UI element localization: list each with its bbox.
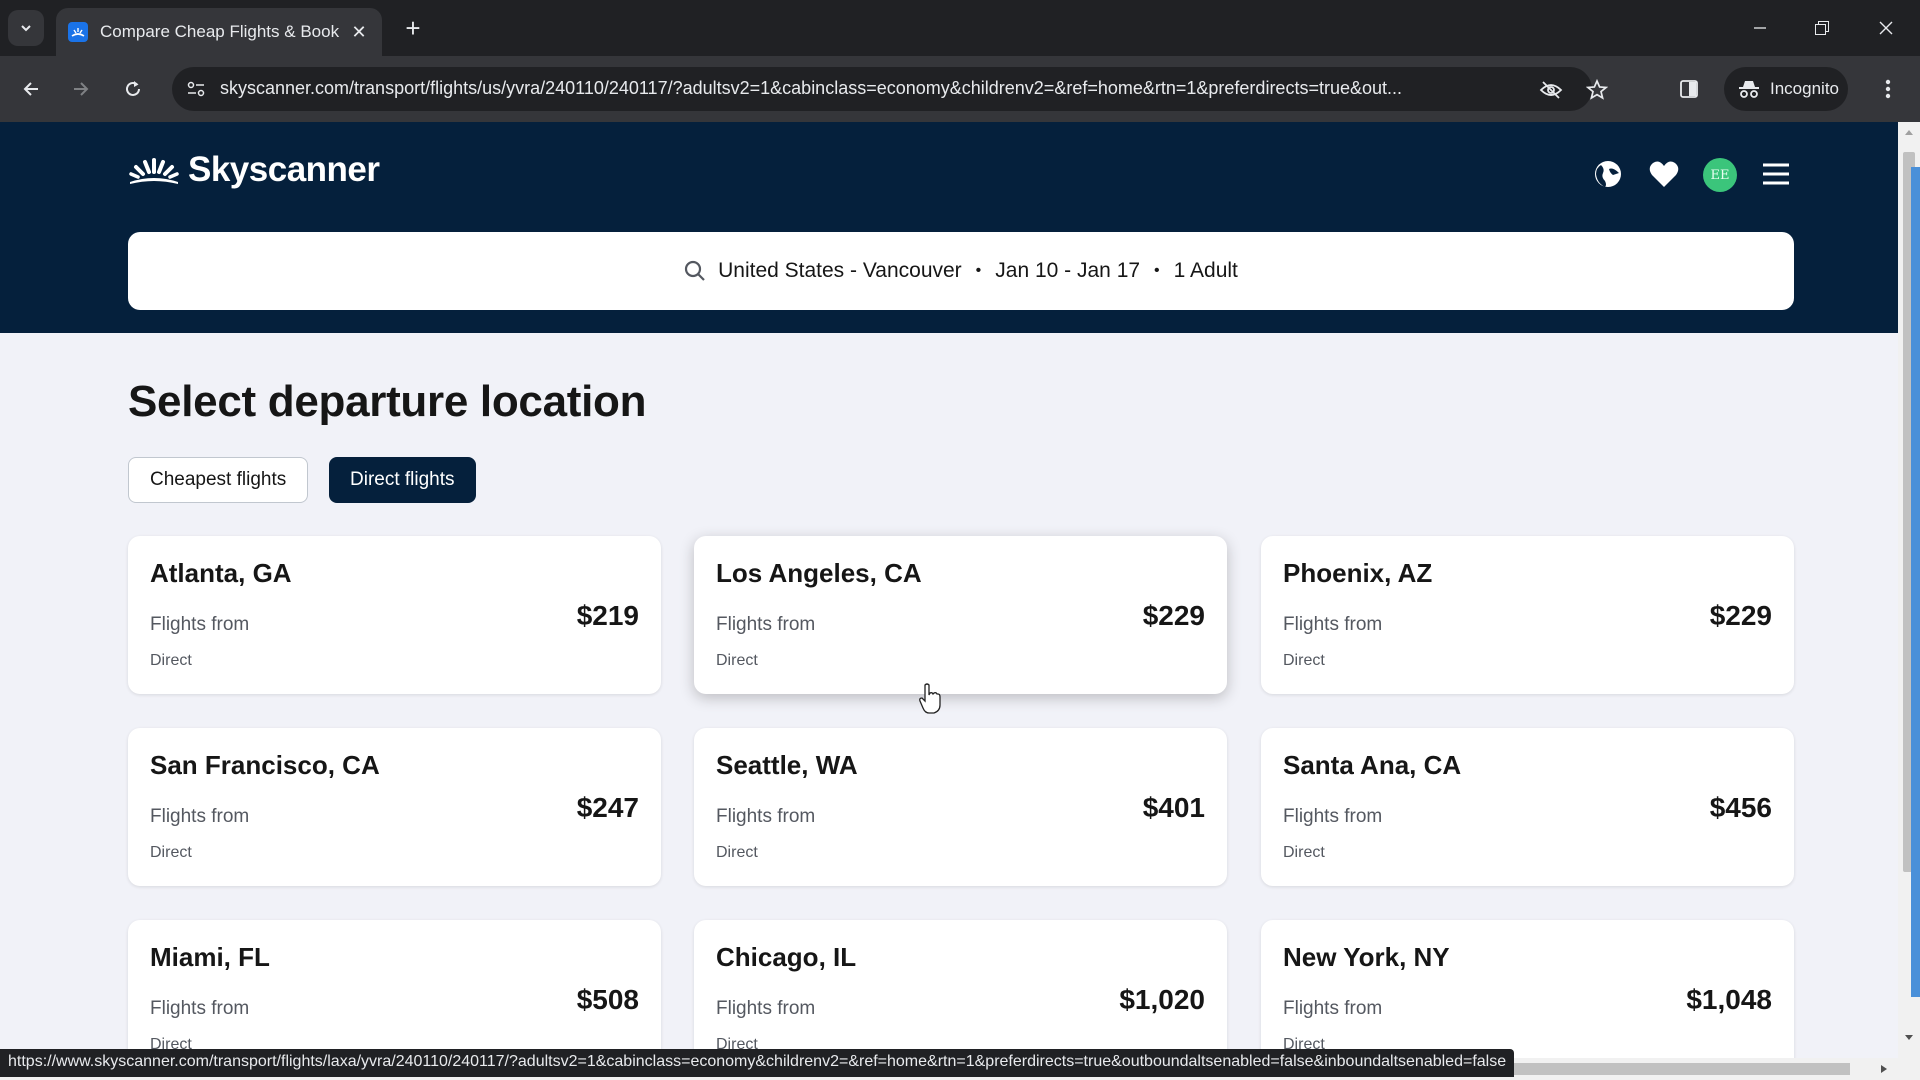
- close-tab-icon[interactable]: ✕: [348, 22, 370, 43]
- card-price: $247: [576, 792, 639, 823]
- card-label: Flights from: [1283, 998, 1383, 1019]
- card-city: Miami, FL: [150, 942, 270, 972]
- bookmark-star-icon[interactable]: [1584, 77, 1610, 103]
- back-icon: [23, 82, 38, 96]
- page-viewport: Skyscanner EE United States - Vancouver …: [0, 122, 1898, 1080]
- card-city: San Francisco, CA: [150, 750, 380, 780]
- destination-card[interactable]: Atlanta, GA Flights from $219 Direct: [128, 536, 661, 694]
- scroll-down-icon[interactable]: [1904, 1034, 1914, 1042]
- vertical-scrollbar[interactable]: [1898, 122, 1920, 1080]
- skyscanner-favicon: [68, 22, 88, 42]
- card-price: $229: [1709, 600, 1772, 631]
- card-label: Flights from: [150, 806, 250, 827]
- card-city: Seattle, WA: [716, 750, 858, 780]
- tab-search-icon: [21, 25, 31, 32]
- card-city: Santa Ana, CA: [1283, 750, 1462, 780]
- tab-search-button[interactable]: [8, 10, 44, 46]
- new-tab-icon[interactable]: +: [398, 14, 428, 44]
- card-price: $401: [1142, 792, 1205, 823]
- separator-dot: •: [1154, 262, 1160, 279]
- reload-icon: [126, 81, 140, 96]
- page-title: Select departure location: [128, 377, 647, 426]
- card-flight-type: Direct: [150, 652, 192, 669]
- separator-dot: •: [975, 262, 982, 279]
- tab-title: Compare Cheap Flights & Book: [100, 22, 340, 41]
- reload-button[interactable]: [116, 72, 150, 106]
- close-window-icon[interactable]: [1866, 12, 1906, 44]
- forward-button[interactable]: [64, 72, 98, 106]
- card-label: Flights from: [150, 998, 250, 1019]
- site-info-icon[interactable]: [182, 75, 210, 103]
- card-label: Flights from: [716, 998, 816, 1019]
- card-flight-type: Direct: [150, 844, 192, 861]
- card-label: Flights from: [716, 614, 816, 635]
- search-dates: Jan 10 - Jan 17: [995, 259, 1141, 282]
- card-label: Flights from: [716, 806, 816, 827]
- heart-icon[interactable]: [1646, 156, 1682, 192]
- browser-toolbar: skyscanner.com/transport/flights/us/yvra…: [0, 56, 1920, 122]
- card-price: $219: [576, 600, 639, 631]
- url-text[interactable]: skyscanner.com/transport/flights/us/yvra…: [220, 78, 1520, 99]
- incognito-label: Incognito: [1770, 79, 1839, 98]
- card-price: $508: [576, 984, 639, 1015]
- card-city: Phoenix, AZ: [1283, 558, 1433, 588]
- card-label: Flights from: [1283, 806, 1383, 827]
- card-flight-type: Direct: [1283, 844, 1325, 861]
- more-menu-icon[interactable]: [1876, 74, 1900, 104]
- card-city: Atlanta, GA: [150, 558, 292, 588]
- destination-card[interactable]: San Francisco, CA Flights from $247 Dire…: [128, 728, 661, 886]
- card-flight-type: Direct: [716, 844, 758, 861]
- card-price: $229: [1142, 600, 1205, 631]
- search-route: United States - Vancouver: [718, 259, 962, 282]
- hamburger-menu-icon[interactable]: [1758, 156, 1794, 192]
- destination-card[interactable]: Los Angeles, CA Flights from $229 Direct: [694, 536, 1227, 694]
- address-bar[interactable]: skyscanner.com/transport/flights/us/yvra…: [172, 67, 1608, 111]
- destination-card[interactable]: Santa Ana, CA Flights from $456 Direct: [1261, 728, 1794, 886]
- user-avatar[interactable]: EE: [1703, 158, 1737, 192]
- browser-tab-active[interactable]: Compare Cheap Flights & Book ✕: [56, 8, 382, 56]
- back-button[interactable]: [14, 72, 48, 106]
- search-icon: [684, 260, 706, 282]
- forward-icon: [74, 82, 89, 96]
- site-header: Skyscanner EE United States - Vancouver …: [0, 122, 1898, 333]
- card-price: $456: [1709, 792, 1772, 823]
- card-label: Flights from: [1283, 614, 1383, 635]
- card-label: Flights from: [150, 614, 250, 635]
- globe-icon[interactable]: [1590, 156, 1626, 192]
- card-price: $1,048: [1686, 984, 1772, 1015]
- skyscanner-sunrise-icon: [129, 158, 179, 184]
- restore-icon[interactable]: [1802, 12, 1842, 44]
- card-city: New York, NY: [1283, 942, 1450, 972]
- eye-off-icon[interactable]: [1538, 77, 1564, 103]
- logo-text: Skyscanner: [188, 150, 380, 189]
- card-flight-type: Direct: [716, 652, 758, 669]
- card-city: Los Angeles, CA: [716, 558, 922, 588]
- incognito-badge[interactable]: Incognito: [1724, 67, 1848, 111]
- scroll-up-icon[interactable]: [1904, 128, 1914, 136]
- destination-card[interactable]: Phoenix, AZ Flights from $229 Direct: [1261, 536, 1794, 694]
- filter-direct-flights[interactable]: Direct flights: [329, 457, 476, 503]
- search-summary-bar[interactable]: United States - Vancouver • Jan 10 - Jan…: [128, 232, 1794, 310]
- minimize-icon[interactable]: [1740, 12, 1780, 44]
- skyscanner-logo[interactable]: Skyscanner: [128, 150, 380, 190]
- status-bar-url: https://www.skyscanner.com/transport/fli…: [0, 1049, 1515, 1077]
- incognito-icon: [1739, 81, 1759, 98]
- card-price: $1,020: [1119, 984, 1205, 1015]
- scroll-position-indicator: [1911, 167, 1920, 997]
- card-flight-type: Direct: [1283, 652, 1325, 669]
- filter-cheapest-flights[interactable]: Cheapest flights: [128, 457, 309, 503]
- search-travellers: 1 Adult: [1173, 259, 1238, 282]
- destination-card[interactable]: Seattle, WA Flights from $401 Direct: [694, 728, 1227, 886]
- browser-tabstrip: Compare Cheap Flights & Book ✕ +: [0, 0, 1920, 56]
- card-city: Chicago, IL: [716, 942, 857, 972]
- hand-cursor-icon: [919, 683, 941, 714]
- side-panel-icon[interactable]: [1672, 72, 1706, 106]
- scroll-right-icon[interactable]: [1880, 1064, 1888, 1074]
